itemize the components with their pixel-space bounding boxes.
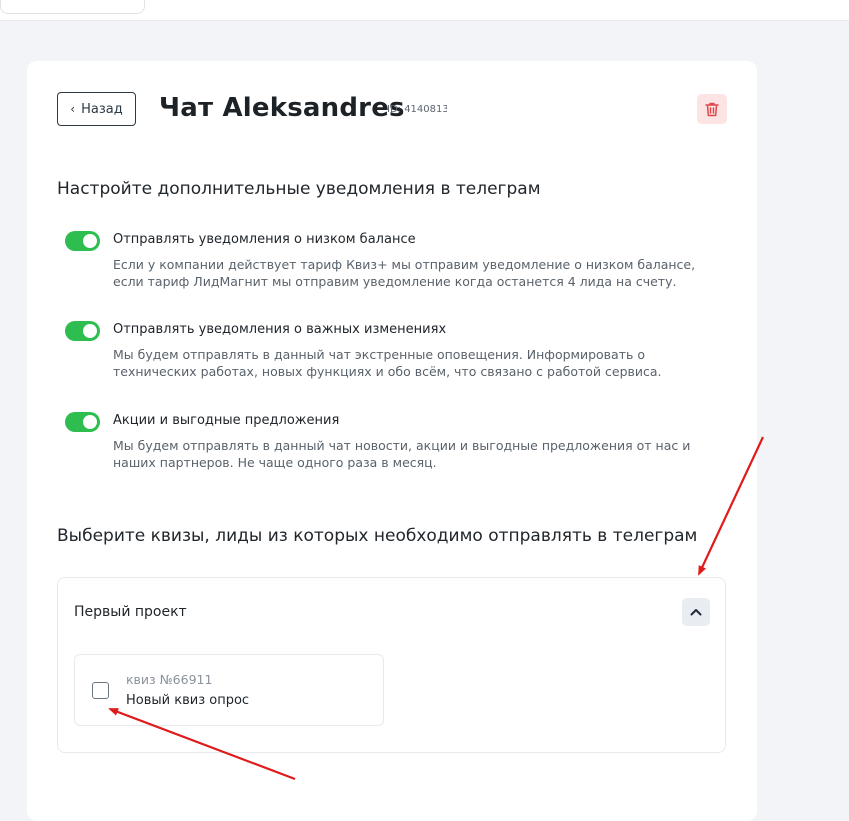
delete-chat-button[interactable]: [697, 94, 727, 124]
collapse-project-button[interactable]: [682, 598, 710, 626]
chat-settings-card: ‹ Назад Чат Aleksandres ID: 4140813 Наст…: [27, 61, 757, 821]
quiz-name: Новый квиз опрос: [126, 693, 250, 708]
important-changes-toggle[interactable]: [65, 321, 100, 341]
notification-description: Мы будем отправлять в данный чат экстрен…: [113, 347, 662, 379]
trash-icon: [705, 102, 719, 116]
quizzes-section-title: Выберите квизы, лиды из которых необходи…: [57, 526, 698, 546]
project-name: Первый проект: [74, 604, 187, 620]
chat-id: ID: 4140813: [387, 104, 447, 115]
quiz-number: квиз №66911: [126, 672, 213, 687]
notification-title: Отправлять уведомления о низком балансе: [113, 232, 416, 247]
back-button-label: Назад: [81, 101, 123, 117]
project-panel: Первый проект квиз №66911 Новый квиз опр…: [57, 577, 726, 753]
notification-title: Акции и выгодные предложения: [113, 413, 340, 428]
top-bar: [0, 0, 849, 21]
top-bar-tab[interactable]: [0, 0, 145, 14]
chevron-up-icon: [690, 609, 702, 616]
low-balance-toggle[interactable]: [65, 231, 100, 251]
promotions-toggle[interactable]: [65, 412, 100, 432]
notifications-section-title: Настройте дополнительные уведомления в т…: [57, 179, 541, 199]
quiz-checkbox[interactable]: [92, 682, 109, 699]
notification-title: Отправлять уведомления о важных изменени…: [113, 322, 447, 337]
notification-description: Мы будем отправлять в данный чат новости…: [113, 438, 691, 470]
page-title: Чат Aleksandres: [159, 93, 405, 123]
chevron-left-icon: ‹: [70, 102, 76, 116]
quiz-item[interactable]: квиз №66911 Новый квиз опрос: [74, 654, 384, 726]
back-button[interactable]: ‹ Назад: [57, 92, 136, 126]
notification-description: Если у компании действует тариф Квиз+ мы…: [113, 257, 696, 289]
